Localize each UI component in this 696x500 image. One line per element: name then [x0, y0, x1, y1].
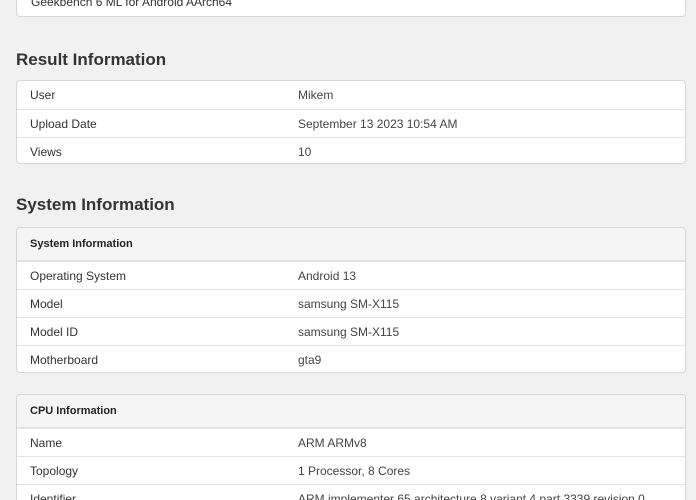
- row-label: Motherboard: [30, 353, 99, 367]
- benchmark-summary-card: Geekbench 6 ML for Android AArch64: [16, 0, 686, 17]
- row-value: gta9: [298, 353, 322, 367]
- row-value: samsung SM-X115: [298, 325, 400, 339]
- table-row: Topology 1 Processor, 8 Cores: [17, 456, 685, 484]
- row-label: Operating System: [30, 269, 127, 283]
- row-label: Model: [30, 297, 63, 311]
- system-information-title: System Information: [16, 195, 175, 214]
- row-label: Views: [30, 145, 62, 159]
- card-heading: System Information: [30, 238, 133, 250]
- result-information-title: Result Information: [16, 50, 167, 69]
- row-value: 1 Processor, 8 Cores: [298, 464, 411, 478]
- card-header: System Information: [17, 228, 685, 261]
- user-link[interactable]: Mikem: [298, 88, 333, 102]
- table-row: Views 10: [17, 137, 685, 163]
- row-value: samsung SM-X115: [298, 297, 400, 311]
- page: Geekbench 6 ML for Android AArch64 Resul…: [0, 0, 696, 500]
- row-label: Topology: [30, 464, 79, 478]
- card-heading: CPU Information: [30, 405, 117, 417]
- table-row: Model ID samsung SM-X115: [17, 317, 685, 345]
- upload-date-value: September 13 2023 10:54 AM: [298, 117, 458, 131]
- row-label: User: [30, 88, 56, 102]
- row-value: ARM ARMv8: [298, 436, 367, 450]
- table-row: User Mikem: [17, 81, 685, 109]
- result-information-card: User Mikem Upload Date September 13 2023…: [16, 80, 686, 164]
- row-label: Identifier: [30, 492, 77, 500]
- card-header: CPU Information: [17, 395, 685, 428]
- table-row: Name ARM ARMv8: [17, 428, 685, 456]
- benchmark-name: Geekbench 6 ML for Android AArch64: [31, 0, 233, 9]
- row-label: Model ID: [30, 325, 79, 339]
- row-label: Upload Date: [30, 117, 97, 131]
- table-row: Operating System Android 13: [17, 261, 685, 289]
- row-label: Name: [30, 436, 63, 450]
- table-row: Motherboard gta9: [17, 345, 685, 372]
- table-row: Model samsung SM-X115: [17, 289, 685, 317]
- row-value: ARM implementer 65 architecture 8 varian…: [298, 492, 645, 500]
- table-row: Upload Date September 13 2023 10:54 AM: [17, 109, 685, 137]
- table-row: Identifier ARM implementer 65 architectu…: [17, 484, 685, 500]
- views-value: 10: [298, 145, 312, 159]
- row-value: Android 13: [298, 269, 357, 283]
- system-information-card: System Information Operating System Andr…: [16, 227, 686, 373]
- cpu-information-card: CPU Information Name ARM ARMv8 Topology …: [16, 394, 686, 500]
